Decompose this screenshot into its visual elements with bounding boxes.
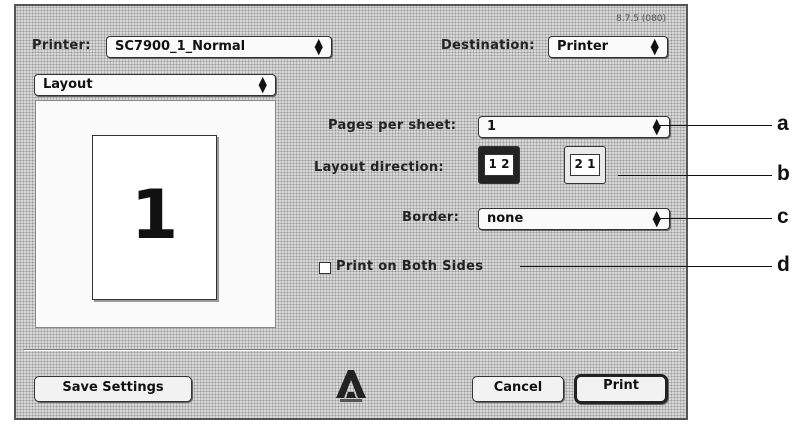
printer-label: Printer: [32,38,91,53]
pages-per-sheet-value: 1 [487,119,497,134]
direction-right-to-left-icon: 2 1 [570,154,600,176]
border-value: none [487,211,524,226]
print-both-sides-checkbox[interactable] [319,262,331,274]
footer-separator [24,349,678,351]
print-both-sides-label[interactable]: Print on Both Sides [336,259,483,274]
callout-letter-a: a [777,112,789,135]
popup-arrows-icon: ▲ ▼ [652,208,661,229]
popup-arrows-icon: ▲ ▼ [652,116,661,137]
version-text: 8.7.5 (080) [616,14,666,24]
callout-line-a [656,125,772,126]
direction-right-to-left-button[interactable]: 2 1 [564,146,606,184]
pages-per-sheet-label: Pages per sheet: [328,118,457,133]
destination-value: Printer [557,39,609,54]
callout-letter-c: c [777,205,789,228]
printer-popup[interactable]: SC7900_1_Normal ▲ ▼ [106,36,332,58]
callout-line-d [520,266,772,267]
layout-preview: 1 [35,100,276,328]
border-popup[interactable]: none ▲ ▼ [478,208,670,230]
destination-popup[interactable]: Printer ▲ ▼ [548,36,668,58]
callout-line-b [618,175,772,176]
printer-value: SC7900_1_Normal [115,39,246,54]
panel-popup[interactable]: Layout ▲ ▼ [34,74,276,96]
destination-label: Destination: [441,38,535,53]
print-dialog: 8.7.5 (080) Printer: SC7900_1_Normal ▲ ▼ … [14,4,688,420]
direction-left-to-right-button[interactable]: 1 2 [478,146,520,184]
preview-sheet: 1 [92,135,217,300]
pages-per-sheet-popup[interactable]: 1 ▲ ▼ [478,116,670,138]
save-settings-button[interactable]: Save Settings [34,376,192,402]
border-label: Border: [402,210,460,225]
print-button[interactable]: Print [574,374,668,404]
popup-arrows-icon: ▲ ▼ [314,36,323,57]
popup-arrows-icon: ▲ ▼ [650,36,659,57]
adobe-logo-icon [336,370,366,402]
callout-letter-d: d [777,253,790,276]
layout-direction-label: Layout direction: [314,160,444,175]
cancel-button[interactable]: Cancel [472,376,564,402]
callout-line-c [656,218,772,219]
callout-letter-b: b [777,162,790,185]
direction-left-to-right-icon: 1 2 [484,154,514,176]
panel-value: Layout [43,77,93,92]
popup-arrows-icon: ▲ ▼ [258,74,267,95]
preview-page-number: 1 [130,176,179,255]
